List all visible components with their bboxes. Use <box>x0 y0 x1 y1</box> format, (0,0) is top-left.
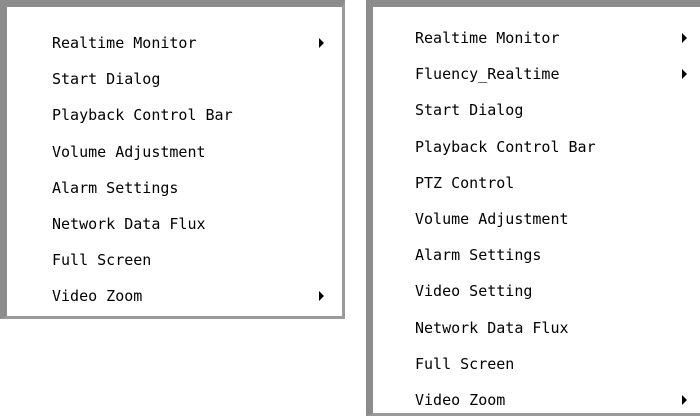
menu-item-label: Start Dialog <box>52 70 161 89</box>
menu-item-label: Full Screen <box>415 354 515 373</box>
menu-item-volume-adjustment[interactable]: Volume Adjustment <box>7 134 342 170</box>
menu-item-label: Network Data Flux <box>52 214 206 233</box>
menu-item-label: Volume Adjustment <box>415 209 569 228</box>
submenu-arrow-icon <box>319 291 324 302</box>
menu-item-alarm-settings[interactable]: Alarm Settings <box>7 170 342 206</box>
menu-item-label: PTZ Control <box>415 173 515 192</box>
submenu-arrow-icon <box>682 33 687 44</box>
menu-item-network-data-flux[interactable]: Network Data Flux <box>7 206 342 242</box>
menu-item-playback-control-bar[interactable]: Playback Control Bar <box>7 97 342 133</box>
menu-item-playback-control-bar[interactable]: Playback Control Bar <box>373 129 700 165</box>
menu-item-video-zoom[interactable]: Video Zoom <box>373 382 700 416</box>
menu-item-fluency-realtime[interactable]: Fluency_Realtime <box>373 56 700 92</box>
menu-item-label: Fluency_Realtime <box>415 65 560 84</box>
menu-item-label: Video Setting <box>415 282 533 301</box>
menu-item-video-zoom[interactable]: Video Zoom <box>7 278 342 314</box>
menu-item-list: Realtime Monitor Fluency_Realtime Start … <box>373 20 700 416</box>
context-menu-full: Realtime Monitor Fluency_Realtime Start … <box>366 0 700 416</box>
menu-item-list: Realtime Monitor Start Dialog Playback C… <box>7 25 342 315</box>
menu-item-start-dialog[interactable]: Start Dialog <box>7 61 342 97</box>
menu-item-label: Alarm Settings <box>52 178 179 197</box>
menu-item-alarm-settings[interactable]: Alarm Settings <box>373 237 700 273</box>
menu-item-start-dialog[interactable]: Start Dialog <box>373 92 700 128</box>
menu-item-volume-adjustment[interactable]: Volume Adjustment <box>373 201 700 237</box>
menu-item-label: Realtime Monitor <box>415 29 560 47</box>
menu-item-label: Alarm Settings <box>415 246 542 265</box>
menu-item-label: Video Zoom <box>415 390 506 409</box>
menu-item-label: Start Dialog <box>415 101 524 120</box>
context-menu-compact: Realtime Monitor Start Dialog Playback C… <box>0 0 345 319</box>
menu-item-label: Playback Control Bar <box>52 106 233 125</box>
menu-item-realtime-monitor[interactable]: Realtime Monitor <box>373 20 700 56</box>
menu-item-label: Full Screen <box>52 251 152 270</box>
menu-item-label: Network Data Flux <box>415 318 569 337</box>
menu-item-label: Volume Adjustment <box>52 142 206 161</box>
menu-item-label: Playback Control Bar <box>415 137 596 156</box>
submenu-arrow-icon <box>682 394 687 405</box>
menu-item-full-screen[interactable]: Full Screen <box>7 242 342 278</box>
menu-item-label: Realtime Monitor <box>52 34 197 52</box>
submenu-arrow-icon <box>682 69 687 80</box>
menu-item-label: Video Zoom <box>52 287 143 306</box>
menu-item-realtime-monitor[interactable]: Realtime Monitor <box>7 25 342 61</box>
submenu-arrow-icon <box>319 38 324 49</box>
menu-item-video-setting[interactable]: Video Setting <box>373 273 700 309</box>
menu-item-ptz-control[interactable]: PTZ Control <box>373 165 700 201</box>
menu-item-full-screen[interactable]: Full Screen <box>373 346 700 382</box>
menu-item-network-data-flux[interactable]: Network Data Flux <box>373 310 700 346</box>
